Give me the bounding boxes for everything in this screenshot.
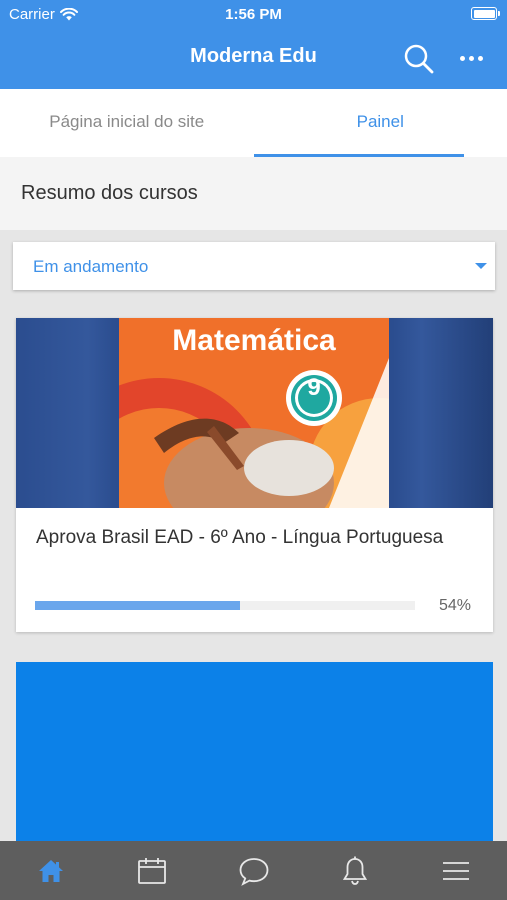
- bottom-tab-bar: [0, 841, 507, 900]
- app-header: Carrier 1:56 PM Moderna Edu: [0, 0, 507, 89]
- book-cover: Matemática 9: [119, 318, 389, 508]
- chat-icon: [239, 857, 268, 886]
- search-icon: [404, 44, 434, 74]
- course-card[interactable]: Matemática 9 Aprova Brasil EAD - 6º Ano …: [16, 318, 493, 632]
- bell-icon: [342, 856, 368, 885]
- course-overview-header: Resumo dos cursos: [0, 157, 507, 230]
- filter-value: Em andamento: [33, 257, 149, 276]
- tab-site-home[interactable]: Página inicial do site: [0, 89, 254, 157]
- tab-menu[interactable]: [406, 841, 507, 900]
- section-title: Resumo dos cursos: [21, 182, 198, 204]
- top-tabs: Página inicial do site Painel: [0, 89, 507, 157]
- progress-fill: [35, 601, 241, 610]
- more-button[interactable]: [456, 50, 486, 66]
- course-card-2[interactable]: [16, 662, 493, 852]
- search-button[interactable]: [403, 43, 435, 75]
- tab-calendar[interactable]: [101, 841, 202, 900]
- course-filter-select[interactable]: Em andamento: [13, 242, 495, 290]
- progress-bar: [35, 601, 415, 610]
- menu-icon: [443, 861, 470, 880]
- tab-dashboard[interactable]: Painel: [253, 89, 507, 157]
- course-cover-image: Matemática 9: [16, 318, 493, 508]
- dropdown-arrow-icon: [475, 263, 487, 269]
- tab-messages[interactable]: [203, 841, 304, 900]
- tab-home[interactable]: [0, 841, 101, 900]
- tab-notifications[interactable]: [304, 841, 405, 900]
- progress-percent: 54%: [438, 597, 471, 614]
- course-title[interactable]: Aprova Brasil EAD - 6º Ano - Língua Port…: [36, 525, 466, 550]
- status-time: 1:56 PM: [225, 6, 282, 23]
- battery-icon: [471, 7, 500, 20]
- more-icon: [459, 55, 465, 61]
- status-bar: Carrier 1:56 PM: [0, 6, 507, 24]
- grade-badge: 9: [307, 374, 321, 401]
- calendar-icon: [138, 857, 167, 884]
- cover-title: Matemática: [172, 324, 336, 357]
- home-icon: [38, 859, 63, 882]
